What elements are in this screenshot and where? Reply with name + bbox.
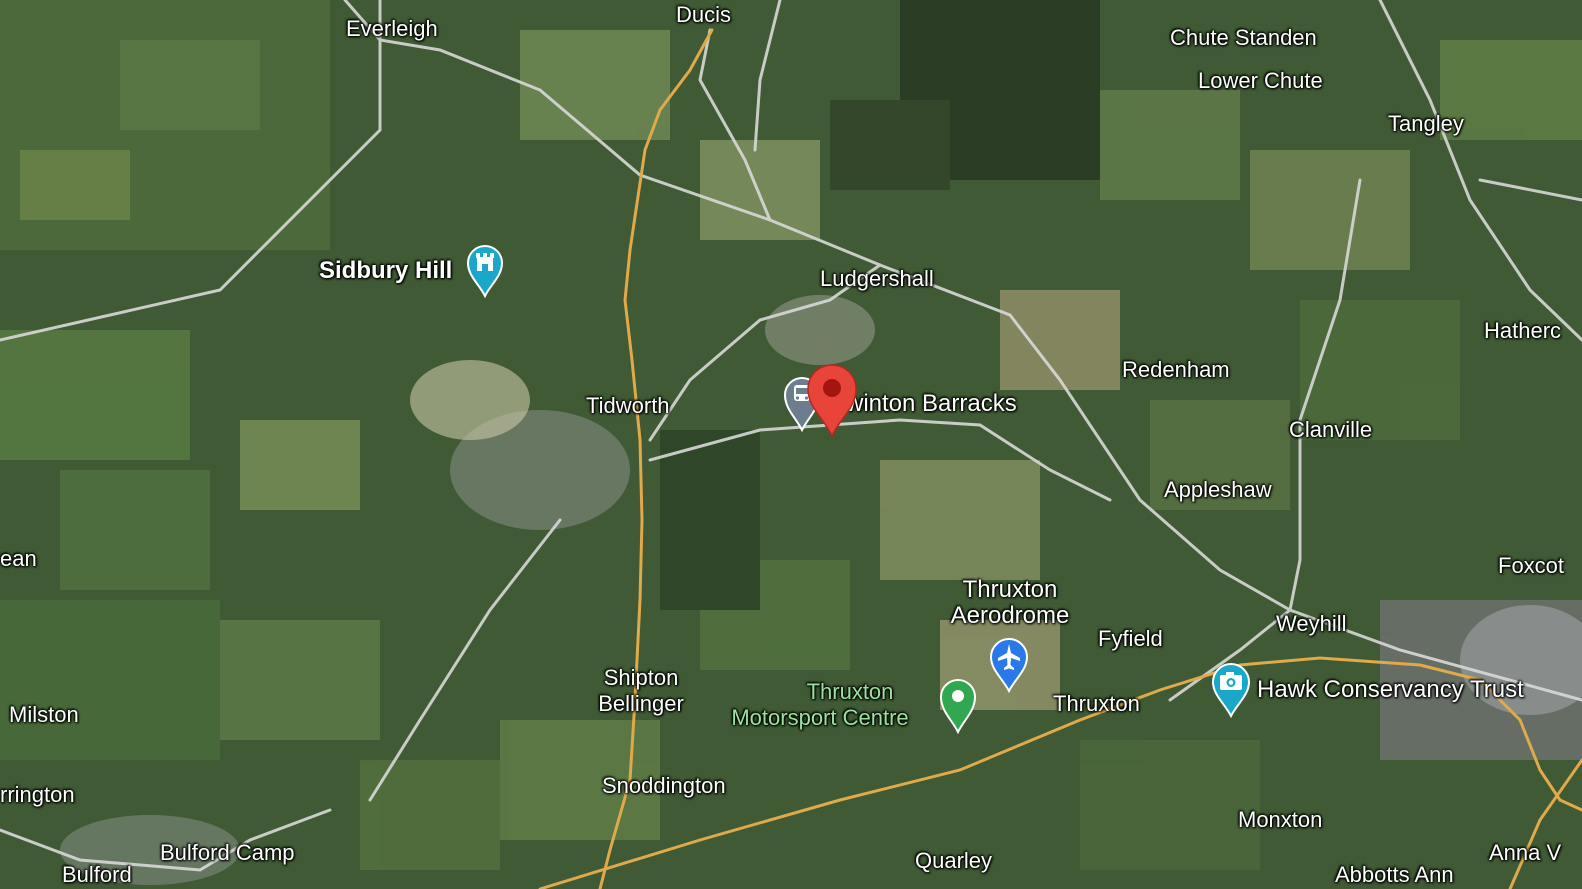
place-label-abbotts-ann[interactable]: Abbotts Ann — [1335, 862, 1454, 888]
place-label-everleigh[interactable]: Everleigh — [346, 16, 438, 42]
place-label-monxton[interactable]: Monxton — [1238, 807, 1322, 833]
place-label-milston[interactable]: Milston — [9, 702, 79, 728]
place-label-weyhill[interactable]: Weyhill — [1276, 611, 1347, 637]
map-canvas[interactable]: Everleigh Ducis Chute Standen Lower Chut… — [0, 0, 1582, 889]
place-label-lower-chute[interactable]: Lower Chute — [1198, 68, 1323, 94]
place-label-ducis[interactable]: Ducis — [676, 2, 731, 28]
shipton-line1: Shipton — [603, 665, 679, 690]
place-label-redenham[interactable]: Redenham — [1122, 357, 1230, 383]
motorsport-line1: Thruxton — [806, 679, 894, 704]
airport-icon[interactable] — [989, 637, 1029, 693]
location-pin-icon[interactable] — [805, 362, 859, 438]
motorsport-line2: Motorsport Centre — [731, 705, 909, 730]
place-label-thruxton[interactable]: Thruxton — [1053, 691, 1140, 717]
place-label-fyfield[interactable]: Fyfield — [1098, 626, 1163, 652]
camera-icon[interactable] — [1211, 662, 1251, 718]
place-label-thruxton-motorsport-centre[interactable]: Thruxton Motorsport Centre — [704, 679, 936, 731]
place-label-tidworth[interactable]: Tidworth — [586, 393, 670, 419]
place-label-hawk-conservancy-trust[interactable]: Hawk Conservancy Trust — [1257, 677, 1524, 703]
place-label-hatherden[interactable]: Hatherc — [1484, 318, 1561, 344]
place-label-anna-valley[interactable]: Anna V — [1489, 840, 1561, 866]
place-label-thruxton-aerodrome[interactable]: Thruxton Aerodrome — [940, 577, 1080, 629]
place-label-ean[interactable]: ean — [0, 546, 37, 572]
place-label-bulford[interactable]: Bulford — [62, 862, 132, 888]
place-label-durrington[interactable]: rrington — [0, 782, 75, 808]
castle-icon[interactable] — [466, 244, 504, 298]
place-label-quarley[interactable]: Quarley — [915, 848, 992, 874]
place-label-chute-standen[interactable]: Chute Standen — [1170, 25, 1317, 51]
place-label-snoddington[interactable]: Snoddington — [602, 773, 726, 799]
thruxton-aerodrome-line1: Thruxton — [962, 576, 1058, 603]
thruxton-aerodrome-line2: Aerodrome — [950, 602, 1070, 629]
place-label-ludgershall[interactable]: Ludgershall — [820, 266, 934, 292]
place-label-shipton-bellinger[interactable]: Shipton Bellinger — [588, 665, 694, 717]
place-label-sidbury-hill[interactable]: Sidbury Hill — [319, 258, 452, 284]
place-label-clanville[interactable]: Clanville — [1289, 417, 1372, 443]
shipton-line2: Bellinger — [598, 691, 684, 716]
place-label-bulford-camp[interactable]: Bulford Camp — [160, 840, 295, 866]
place-label-swinton-barracks[interactable]: winton Barracks — [846, 391, 1017, 417]
place-label-foxcotte[interactable]: Foxcot — [1498, 553, 1564, 579]
place-label-appleshaw[interactable]: Appleshaw — [1164, 477, 1272, 503]
satellite-terrain — [0, 0, 1582, 889]
place-label-tangley[interactable]: Tangley — [1388, 111, 1464, 137]
place-marker-icon[interactable] — [939, 678, 977, 734]
